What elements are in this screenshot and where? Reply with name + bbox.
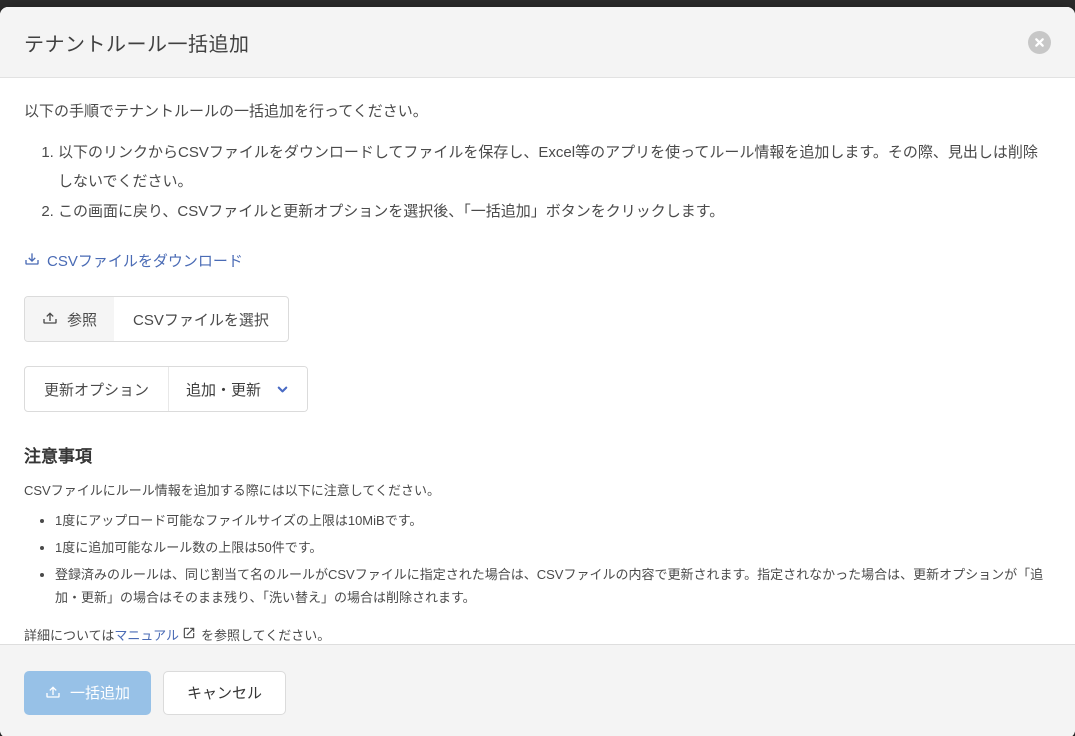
notes-list: 1度にアップロード可能なファイルサイズの上限は10MiBです。 1度に追加可能な… xyxy=(24,510,1051,608)
notes-intro: CSVファイルにルール情報を追加する際には以下に注意してください。 xyxy=(24,480,1051,499)
notes-heading: 注意事項 xyxy=(24,442,1051,467)
modal-title: テナントルール一括追加 xyxy=(24,28,250,57)
note-item-3: 登録済みのルールは、同じ割当て名のルールがCSVファイルに指定された場合は、CS… xyxy=(55,564,1051,608)
bulk-add-submit-label: 一括追加 xyxy=(70,682,130,703)
update-option-selected-value: 追加・更新 xyxy=(186,379,261,400)
manual-suffix: を参照してください。 xyxy=(201,625,330,644)
close-icon xyxy=(1034,37,1045,48)
csv-download-link-label: CSVファイルをダウンロード xyxy=(47,250,243,271)
modal-body: 以下の手順でテナントルールの一括追加を行ってください。 以下のリンクからCSVフ… xyxy=(0,78,1075,644)
note-item-1: 1度にアップロード可能なファイルサイズの上限は10MiBです。 xyxy=(55,510,1051,532)
browse-button-label: 参照 xyxy=(67,309,97,330)
modal-footer: 一括追加 キャンセル xyxy=(0,644,1075,736)
manual-link[interactable]: マニュアル xyxy=(114,625,179,644)
upload-icon xyxy=(42,311,58,327)
manual-reference-line: 詳細については マニュアル を参照してください。 xyxy=(24,625,1051,644)
upload-icon xyxy=(45,685,61,701)
update-option-group: 更新オプション 追加・更新 xyxy=(24,366,308,412)
close-button[interactable] xyxy=(1028,31,1051,54)
manual-prefix: 詳細については xyxy=(24,625,114,644)
file-name-placeholder[interactable]: CSVファイルを選択 xyxy=(114,297,288,341)
bulk-add-tenant-rule-modal: テナントルール一括追加 以下の手順でテナントルールの一括追加を行ってください。 … xyxy=(0,7,1075,736)
csv-download-link[interactable]: CSVファイルをダウンロード xyxy=(24,250,243,271)
cancel-button-label: キャンセル xyxy=(187,682,262,703)
update-option-label: 更新オプション xyxy=(25,367,169,411)
instruction-steps: 以下のリンクからCSVファイルをダウンロードしてファイルを保存し、Excel等の… xyxy=(24,138,1051,226)
modal-header: テナントルール一括追加 xyxy=(0,7,1075,78)
browse-button[interactable]: 参照 xyxy=(25,297,114,341)
external-link-icon xyxy=(182,626,201,642)
instruction-step-1: 以下のリンクからCSVファイルをダウンロードしてファイルを保存し、Excel等の… xyxy=(58,138,1051,197)
download-icon xyxy=(24,252,40,268)
update-option-select[interactable]: 追加・更新 xyxy=(169,367,307,411)
csv-file-input: 参照 CSVファイルを選択 xyxy=(24,296,289,342)
bulk-add-submit-button[interactable]: 一括追加 xyxy=(24,671,151,715)
instruction-step-2: この画面に戻り、CSVファイルと更新オプションを選択後、「一括追加」ボタンをクリ… xyxy=(58,197,1051,226)
cancel-button[interactable]: キャンセル xyxy=(163,671,286,715)
chevron-down-icon xyxy=(275,382,290,397)
instructions-intro: 以下の手順でテナントルールの一括追加を行ってください。 xyxy=(24,100,1051,124)
modal-backdrop: テナントルール一括追加 以下の手順でテナントルールの一括追加を行ってください。 … xyxy=(0,0,1075,736)
note-item-2: 1度に追加可能なルール数の上限は50件です。 xyxy=(55,537,1051,559)
